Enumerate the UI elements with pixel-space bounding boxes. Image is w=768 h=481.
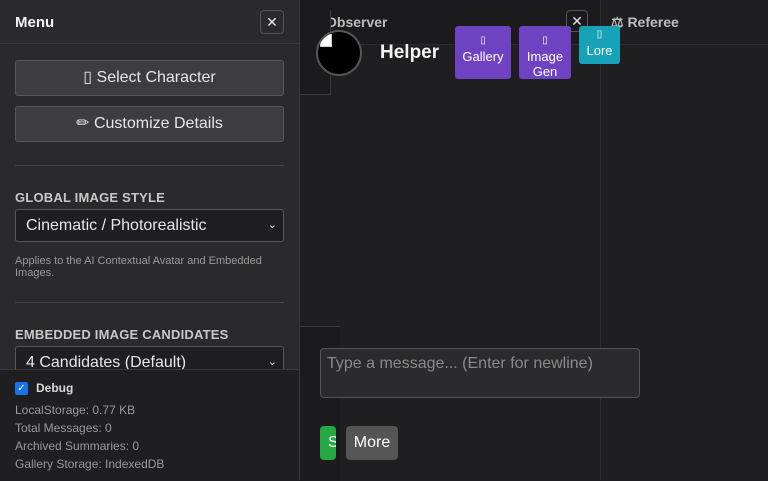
divider bbox=[15, 302, 284, 303]
gallery-storage-stat: Gallery Storage: IndexedDB bbox=[15, 457, 165, 471]
chevron-down-icon: ⌄ bbox=[267, 219, 277, 231]
debug-checkbox[interactable]: ✓ bbox=[15, 382, 28, 395]
close-icon[interactable]: ✕ bbox=[260, 10, 284, 34]
referee-title: ⚖ Referee bbox=[611, 14, 679, 30]
lore-button[interactable]: ▯ Lore bbox=[579, 26, 620, 64]
archived-summaries-stat: Archived Summaries: 0 bbox=[15, 439, 140, 453]
lore-label: Lore bbox=[586, 43, 613, 58]
debug-panel: ✓ Debug LocalStorage: 0.77 KB Total Mess… bbox=[0, 369, 299, 480]
gallery-icon: ▯ bbox=[480, 35, 486, 46]
image-style-help: Applies to the AI Contextual Avatar and … bbox=[15, 255, 262, 279]
message-input[interactable] bbox=[320, 348, 640, 398]
menu-header: Menu ✕ bbox=[0, 0, 299, 44]
menu-title: Menu bbox=[15, 14, 55, 31]
observer-panel: Observer ✕ Helper ▯ Gallery ▯ Image Gen … bbox=[300, 0, 640, 481]
broken-image-icon bbox=[320, 34, 332, 47]
send-button[interactable]: Send bbox=[320, 426, 336, 460]
menu-panel: Menu ✕ ▯ Select Character ✏ Customize De… bbox=[0, 0, 300, 480]
referee-panel: ⚖ Referee bbox=[600, 0, 768, 480]
candidates-label: EMBEDDED IMAGE CANDIDATES bbox=[15, 327, 229, 342]
referee-header: ⚖ Referee bbox=[601, 0, 768, 45]
image-gen-icon: ▯ bbox=[542, 35, 548, 46]
gallery-label: Gallery bbox=[462, 49, 504, 64]
avatar[interactable] bbox=[316, 30, 362, 76]
gallery-button[interactable]: ▯ Gallery bbox=[455, 26, 511, 79]
divider bbox=[15, 165, 284, 166]
image-gen-button[interactable]: ▯ Image Gen bbox=[519, 26, 571, 79]
debug-label: Debug bbox=[36, 381, 74, 395]
more-button[interactable]: More bbox=[346, 426, 398, 460]
character-name: Helper bbox=[380, 42, 440, 63]
customize-details-button[interactable]: ✏ Customize Details bbox=[15, 106, 284, 142]
image-style-value: Cinematic / Photorealistic bbox=[26, 217, 207, 234]
observer-title: Observer bbox=[326, 14, 388, 30]
image-gen-label: Image Gen bbox=[526, 49, 564, 79]
select-character-button[interactable]: ▯ Select Character bbox=[15, 60, 284, 96]
lore-icon: ▯ bbox=[596, 29, 603, 40]
total-messages-stat: Total Messages: 0 bbox=[15, 421, 112, 435]
image-style-label: GLOBAL IMAGE STYLE bbox=[15, 190, 165, 205]
image-style-select[interactable]: Cinematic / Photorealistic ⌄ bbox=[15, 209, 284, 242]
local-storage-stat: LocalStorage: 0.77 KB bbox=[15, 403, 136, 417]
